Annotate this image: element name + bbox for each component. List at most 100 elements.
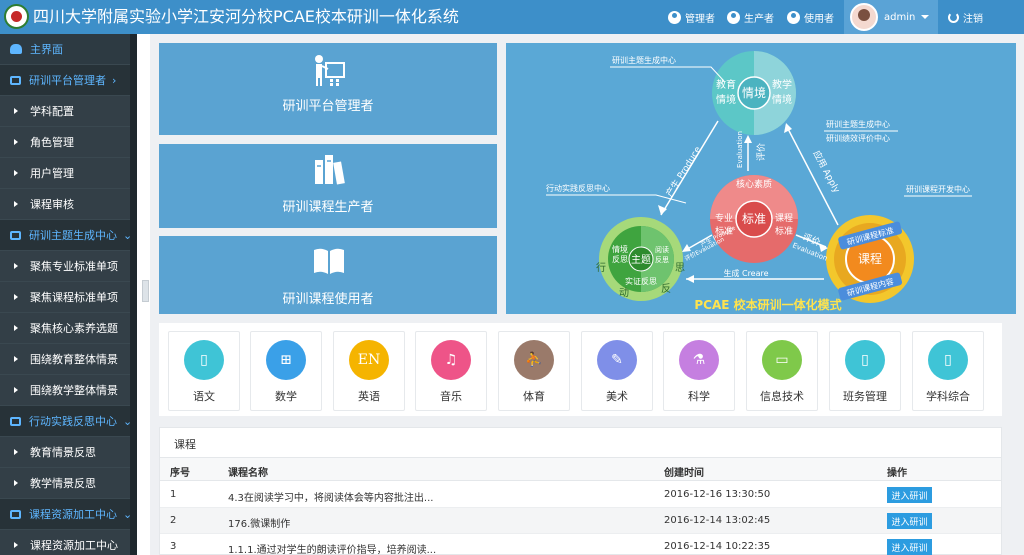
sidebar-item-education-reflection[interactable]: 教育情景反思 [0, 437, 137, 468]
nav-user[interactable]: 使用者 [787, 0, 834, 34]
sidebar-item-teaching-scene[interactable]: 围绕教学整体情景 [0, 375, 137, 406]
avatar [850, 3, 878, 31]
sidebar-item-resource-processing[interactable]: 课程资源加工中心 [0, 530, 137, 555]
course-circle: 课程 研训课程标准 研训课程内容 [826, 215, 914, 303]
label-evaluation-top: 评价 [756, 143, 767, 161]
dashboard-icon [10, 44, 22, 54]
panel-title: 课程 [174, 438, 196, 451]
standard-left: 专业 [715, 212, 733, 224]
sidebar-group-platform-admin[interactable]: 研训平台管理者 › [0, 65, 137, 96]
theme-circle: 主题 情境 反思 阅读 反思 实证反思 行 动 思 反 [596, 217, 685, 301]
theme-outer-left: 行 [596, 261, 606, 274]
sidebar-collapse-handle[interactable] [142, 280, 149, 302]
sidebar-group-topic-center[interactable]: 研训主题生成中心 ⌄ [0, 220, 137, 251]
theme-center: 主题 [631, 254, 651, 266]
username: admin [884, 11, 916, 23]
label-create: 生成 Creare [723, 268, 768, 278]
callout-topic-center: 研训主题生成中心 [612, 55, 676, 65]
subject-label: 体育 [523, 390, 545, 403]
tile-course-producer[interactable]: 研训课程生产者 [159, 144, 497, 228]
logout-button[interactable]: 注销 [948, 0, 983, 34]
sidebar-item-education-scene[interactable]: 围绕教育整体情景 [0, 344, 137, 375]
enter-training-button[interactable]: 进入研训 [887, 487, 932, 503]
label-evaluation-top-en: Evaluation [736, 131, 744, 168]
user-icon [668, 10, 681, 24]
subject-card-chinese[interactable]: ▯ 语文 [168, 331, 240, 411]
folder-icon [10, 75, 21, 85]
sidebar-item-label: 聚焦核心素养选题 [30, 322, 118, 335]
book-icon: ▯ [928, 340, 968, 380]
tile-course-user[interactable]: 研训课程使用者 [159, 236, 497, 314]
sidebar-item-label: 围绕教学整体情景 [30, 384, 118, 397]
calculator-icon: ⊞ [266, 340, 306, 380]
standard-right-2: 标准 [775, 225, 793, 237]
sidebar-scrollbar[interactable] [130, 34, 137, 555]
music-icon: ♫ [431, 340, 471, 380]
column-header-name: 课程名称 [228, 468, 268, 479]
enter-training-button[interactable]: 进入研训 [887, 539, 932, 555]
sidebar-item-label: 聚焦专业标准单项 [30, 260, 118, 273]
caret-right-icon [14, 139, 18, 145]
subject-card-art[interactable]: ✎ 美术 [581, 331, 653, 411]
subject-label: 音乐 [440, 390, 462, 403]
svg-text:情境: 情境 [612, 244, 628, 254]
books-icon [315, 155, 345, 185]
sidebar-item-role-management[interactable]: 角色管理 [0, 127, 137, 158]
nav-manager[interactable]: 管理者 [668, 0, 715, 34]
sidebar-item-label: 研训平台管理者 [29, 74, 106, 87]
subject-card-science[interactable]: ⚗ 科学 [663, 331, 735, 411]
subject-card-music[interactable]: ♫ 音乐 [415, 331, 487, 411]
sidebar-item-home[interactable]: 主界面 [0, 34, 137, 65]
subject-card-math[interactable]: ⊞ 数学 [250, 331, 322, 411]
pcae-model-diagram: 情境 教育 情境 教学 情境 核心素质 标准 专业 标准 课程 标准 主题 情境 [506, 43, 1016, 314]
context-left-2: 情境 [716, 93, 736, 106]
caret-right-icon [14, 201, 18, 207]
folder-icon [10, 509, 21, 519]
label-apply: 应用 Apply [810, 148, 843, 195]
logout-label: 注销 [963, 13, 983, 25]
caret-right-icon [14, 480, 18, 486]
sidebar-item-label: 用户管理 [30, 167, 74, 180]
sidebar-item-user-management[interactable]: 用户管理 [0, 158, 137, 189]
nav-producer[interactable]: 生产者 [727, 0, 774, 34]
sidebar-item-course-review[interactable]: 课程审核 [0, 189, 137, 220]
table-row: 2 176.微课制作 2016-12-14 13:02:45 进入研训 [160, 508, 1001, 534]
standard-top: 核心素质 [736, 178, 772, 190]
sidebar-item-core-literacy[interactable]: 聚焦核心素养选题 [0, 313, 137, 344]
sidebar-item-professional-standard[interactable]: 聚焦专业标准单项 [0, 251, 137, 282]
user-menu[interactable]: admin [844, 0, 938, 34]
tile-label: 研训课程使用者 [282, 292, 374, 307]
enter-training-button[interactable]: 进入研训 [887, 513, 932, 529]
sidebar-item-teaching-reflection[interactable]: 教学情景反思 [0, 468, 137, 499]
sidebar-item-subject-config[interactable]: 学科配置 [0, 96, 137, 127]
sidebar-group-resource-center[interactable]: 课程资源加工中心 ⌄ [0, 499, 137, 530]
nav-user-label: 使用者 [804, 13, 834, 25]
callout-course-dev-center: 研训课程开发中心 [906, 184, 970, 194]
caret-right-icon [14, 387, 18, 393]
subject-card-comprehensive[interactable]: ▯ 学科综合 [912, 331, 984, 411]
sidebar: 主界面 研训平台管理者 › 学科配置 角色管理 用户管理 课程审核 研训主题生成中… [0, 34, 137, 555]
sidebar-group-reflection-center[interactable]: 行动实践反思中心 ⌄ [0, 406, 137, 437]
cell-no: 2 [170, 515, 177, 526]
open-book-icon [314, 248, 344, 274]
subject-card-class-management[interactable]: ▯ 班务管理 [829, 331, 901, 411]
context-circle: 情境 教育 情境 教学 情境 [712, 51, 796, 135]
cell-no: 3 [170, 541, 177, 552]
subject-label: 学科综合 [926, 390, 970, 403]
subject-card-pe[interactable]: ⛹ 体育 [498, 331, 570, 411]
cell-time: 2016-12-14 13:02:45 [664, 515, 771, 526]
context-left: 教育 [716, 78, 736, 91]
sidebar-item-course-standard[interactable]: 聚焦课程标准单项 [0, 282, 137, 313]
subject-card-it[interactable]: ▭ 信息技术 [746, 331, 818, 411]
label-produce: 产生 Produce [663, 144, 704, 199]
users-icon [787, 10, 800, 24]
cell-name: 176.微课制作 [228, 519, 291, 530]
subject-label: 信息技术 [760, 390, 804, 403]
subject-card-english[interactable]: EN 英语 [333, 331, 405, 411]
tile-platform-manager[interactable]: 研训平台管理者 [159, 43, 497, 135]
column-header-no: 序号 [170, 468, 190, 479]
callout-evaluation-center: 研训绩效评价中心 [826, 133, 890, 143]
sidebar-item-label: 课程资源加工中心 [29, 508, 117, 521]
folder-icon [10, 416, 21, 426]
power-icon [948, 11, 959, 23]
